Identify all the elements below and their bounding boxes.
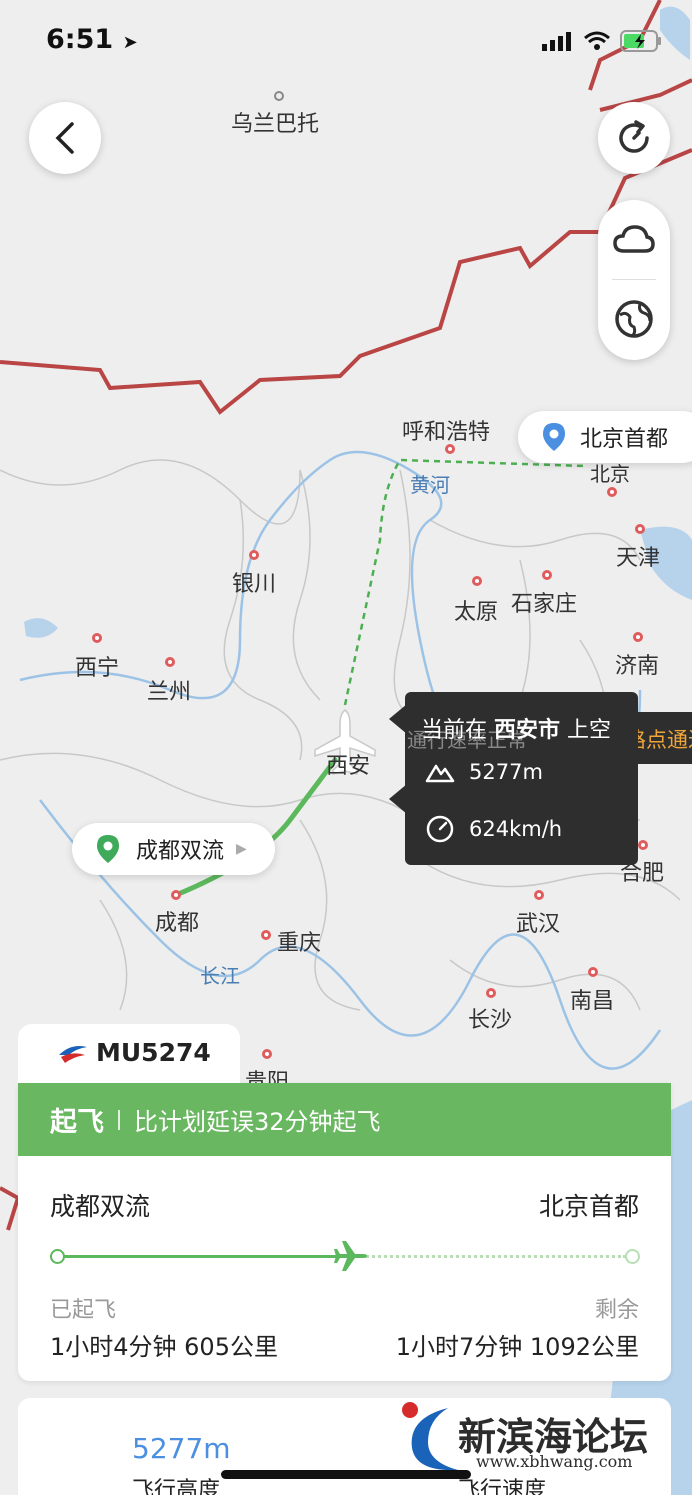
current-location-prefix: 当前在	[421, 718, 488, 743]
status-time-text: 6:51	[46, 24, 114, 55]
city-label-ulaanbaatar: 乌兰巴托	[231, 112, 320, 137]
remaining-label: 剩余	[594, 1298, 639, 1323]
stats-altitude-label: 飞行高度	[132, 1478, 221, 1495]
battery-icon	[620, 30, 661, 52]
flight-number-tab[interactable]: MU5274	[18, 1024, 240, 1086]
origin-airport: 成都双流	[50, 1192, 151, 1221]
origin-airport-name: 成都双流	[136, 839, 225, 864]
elapsed-label: 已起飞	[50, 1298, 117, 1323]
city-label-xining: 西宁	[75, 656, 120, 681]
flight-position-tooltip: 通行速率正常 当前在 西安市 上空 5277m 624km/h	[389, 692, 638, 865]
airline-logo-icon	[59, 1046, 87, 1063]
refresh-button[interactable]	[598, 102, 670, 174]
home-indicator[interactable]	[221, 1470, 471, 1479]
status-time: 6:51 ➤	[46, 24, 138, 55]
cellular-signal-icon	[542, 32, 571, 51]
progress-remaining	[360, 1255, 626, 1258]
city-label-wuhan: 武汉	[516, 912, 561, 937]
city-label-shijiazhuang: 石家庄	[511, 592, 578, 617]
elapsed-value: 1小时4分钟 605公里	[50, 1333, 278, 1361]
location-pin-icon	[97, 835, 119, 863]
city-label-xian: 西安	[326, 754, 371, 779]
globe-layer-button[interactable]	[598, 280, 670, 358]
altitude-row: 5277m	[425, 760, 543, 784]
progress-airplane-icon	[333, 1241, 367, 1271]
chevron-left-icon	[55, 122, 74, 154]
flight-status-card: 起飞 比计划延误32分钟起飞 成都双流 北京首都 已起飞 剩余 1小时4分钟 6…	[18, 1083, 671, 1381]
status-bar: 6:51 ➤	[0, 0, 692, 84]
flight-progress-track	[50, 1241, 640, 1271]
stats-altitude-value: 5277m	[132, 1432, 231, 1465]
destination-airport-pill[interactable]: 北京首都	[518, 411, 692, 463]
location-pin-icon	[543, 423, 565, 451]
city-label-hohhot: 呼和浩特	[402, 420, 491, 445]
mountain-icon	[425, 764, 455, 783]
watermark-site-url: www.xbhwang.com	[476, 1452, 633, 1471]
current-location-suffix: 上空	[567, 718, 612, 743]
city-label-tianjin: 天津	[616, 546, 661, 571]
progress-end-dot	[625, 1249, 640, 1264]
city-label-yinchuan: 银川	[232, 572, 277, 597]
progress-flown	[64, 1255, 351, 1258]
city-label-changsha: 长沙	[468, 1008, 513, 1033]
flight-status-banner: 起飞 比计划延误32分钟起飞	[18, 1083, 671, 1156]
destination-airport-name: 北京首都	[580, 427, 669, 452]
tooltip-pointer	[389, 704, 407, 734]
origin-airport-pill[interactable]: 成都双流 ▶	[72, 823, 275, 875]
current-location-city: 西安市	[494, 718, 561, 743]
wifi-icon	[584, 31, 610, 50]
city-label-taiyuan: 太原	[454, 600, 499, 625]
city-label-chengdu: 成都	[155, 911, 200, 936]
flight-delay-detail: 比计划延误32分钟起飞	[134, 1108, 381, 1136]
altitude-value: 5277m	[469, 760, 543, 784]
chevron-right-icon: ▶	[236, 841, 247, 857]
current-location: 当前在 西安市 上空	[421, 712, 611, 744]
river-label-changjiang: 长江	[200, 964, 240, 988]
remaining-value: 1小时7分钟 1092公里	[395, 1333, 639, 1361]
speedometer-icon	[426, 815, 454, 843]
tooltip-pointer-lower	[389, 784, 407, 814]
speed-value: 624km/h	[469, 817, 563, 841]
city-label-lanzhou: 兰州	[147, 680, 192, 705]
weather-layer-button[interactable]	[598, 200, 670, 278]
flight-number: MU5274	[96, 1038, 211, 1067]
back-button[interactable]	[29, 102, 101, 174]
city-label-jinan: 济南	[615, 654, 660, 679]
speed-row: 624km/h	[425, 814, 562, 844]
status-divider	[118, 1109, 120, 1130]
flight-status: 起飞	[50, 1107, 104, 1138]
refresh-icon	[619, 120, 649, 153]
city-label-chongqing: 重庆	[277, 931, 322, 956]
globe-icon	[615, 300, 653, 338]
destination-airport: 北京首都	[538, 1192, 639, 1221]
location-arrow-icon: ➤	[122, 32, 138, 53]
progress-start-dot	[50, 1249, 65, 1264]
map-layer-controls	[598, 200, 670, 360]
city-label-nanchang: 南昌	[570, 989, 615, 1014]
river-label-huanghe: 黄河	[410, 473, 450, 497]
site-watermark: 新滨海论坛 www.xbhwang.com	[398, 1398, 688, 1478]
cloud-icon	[613, 225, 655, 253]
